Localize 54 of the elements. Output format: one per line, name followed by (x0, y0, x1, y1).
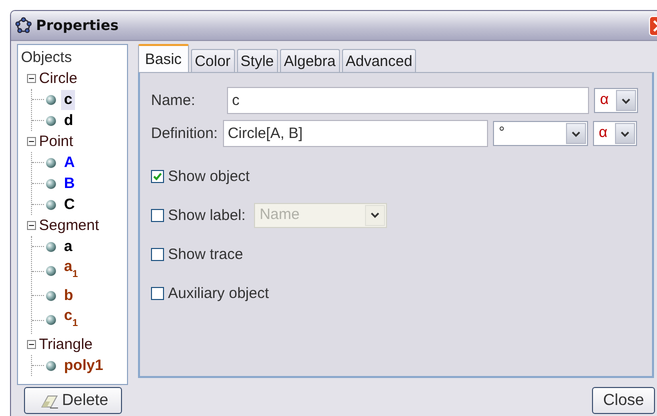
checkbox-label[interactable]: Show label: (168, 206, 246, 224)
ball-icon (46, 360, 56, 370)
close-button[interactable]: Close (592, 387, 655, 414)
eraser-icon (39, 392, 59, 408)
tab[interactable]: Color (190, 49, 235, 72)
tab[interactable]: Basic (138, 44, 189, 72)
dropdown[interactable]: α (594, 88, 638, 113)
checkbox[interactable] (151, 170, 164, 182)
ball-icon (46, 178, 56, 188)
collapse-icon[interactable] (27, 137, 36, 146)
ball-icon (46, 158, 56, 168)
tree-item[interactable]: C (61, 194, 78, 214)
tree-root: Objects (21, 48, 72, 68)
checkbox-label[interactable]: Show object (168, 168, 250, 184)
checkbox-label[interactable]: Show trace (168, 246, 244, 262)
tree-item[interactable]: B (61, 174, 78, 194)
ball-icon (46, 200, 56, 210)
ball-icon (46, 242, 56, 252)
tree-item[interactable]: a$_{1}$ (61, 257, 81, 285)
tree-item[interactable]: c (61, 90, 76, 110)
checkbox-label[interactable]: Auxiliary object (168, 284, 269, 302)
tree-group[interactable]: Triangle (39, 336, 93, 353)
definition-field[interactable]: Circle[A, B] (222, 120, 488, 147)
ball-icon (46, 290, 56, 300)
dropdown[interactable]: α (592, 121, 637, 146)
tree-item[interactable]: c$_{1}$ (61, 306, 81, 334)
tab[interactable]: Algebra (280, 49, 340, 72)
ball-icon (46, 94, 56, 104)
window-title: Properties (36, 18, 120, 34)
collapse-icon[interactable] (27, 340, 36, 349)
checkbox[interactable] (151, 248, 164, 260)
tree-item[interactable]: poly1 (61, 356, 106, 376)
tree-group[interactable]: Circle (39, 70, 78, 87)
tree-group[interactable]: Point (39, 133, 74, 150)
delete-button[interactable]: Delete (24, 387, 122, 414)
tree-item[interactable]: A (61, 152, 78, 172)
collapse-icon[interactable] (27, 74, 36, 83)
ball-icon (46, 315, 56, 325)
dropdown[interactable]: ° (492, 121, 588, 146)
tab[interactable]: Advanced (342, 49, 416, 72)
tree-item[interactable]: a (61, 236, 76, 256)
name-field[interactable]: c (227, 87, 589, 114)
ball-icon (46, 266, 56, 276)
tree-group[interactable]: Segment (39, 217, 100, 234)
collapse-icon[interactable] (27, 221, 36, 230)
tree-item[interactable]: d (61, 110, 76, 130)
tab[interactable]: Style (236, 49, 278, 72)
checkbox[interactable] (151, 286, 164, 300)
field-label: Definition: (151, 125, 218, 142)
checkbox[interactable] (151, 208, 164, 222)
tree-item[interactable]: b (61, 286, 76, 306)
field-label: Name: (151, 92, 196, 109)
app-icon (15, 17, 32, 34)
ball-icon (46, 116, 56, 126)
